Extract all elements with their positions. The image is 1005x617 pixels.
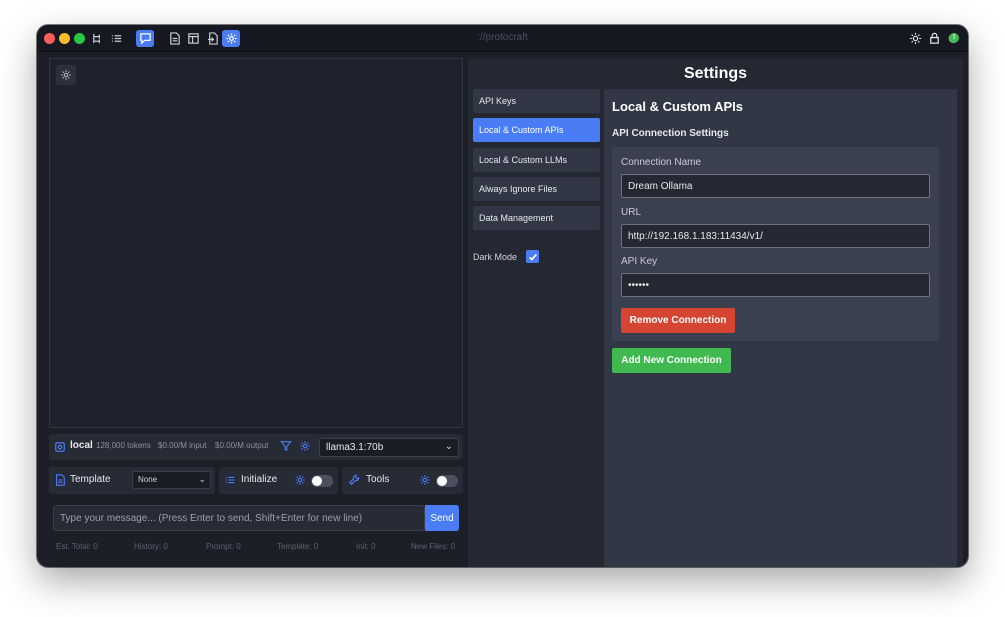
settings-content: Local & Custom APIs API Connection Setti…: [604, 89, 957, 567]
list-icon: [224, 474, 236, 486]
nav-local-custom-apis[interactable]: Local & Custom APIs: [473, 118, 600, 142]
tools-settings-icon[interactable]: [419, 474, 431, 486]
toggle-knob: [312, 476, 322, 486]
template-select-value: None: [138, 475, 158, 484]
send-button[interactable]: Send: [425, 505, 459, 531]
section-title: Local & Custom APIs: [612, 99, 743, 114]
settings-title: Settings: [683, 65, 748, 82]
power-icon[interactable]: !: [944, 30, 962, 47]
title-bar: ://protocraft !: [37, 25, 968, 52]
lock-icon[interactable]: [925, 30, 943, 47]
connection-name-field[interactable]: Dream Ollama: [621, 174, 930, 198]
stat-init: Init: 0: [356, 542, 376, 551]
model-settings-icon[interactable]: [299, 440, 311, 452]
url-field[interactable]: http://192.168.1.183:11434/v1/: [621, 224, 930, 248]
chevron-down-icon: ⌄: [444, 441, 453, 452]
stat-est-total: Est. Total: 0: [56, 542, 98, 551]
tools-box: Tools: [342, 467, 463, 494]
provider-gear-icon[interactable]: [54, 441, 66, 453]
nav-always-ignore-files[interactable]: Always Ignore Files: [473, 177, 600, 201]
gear-icon: [61, 70, 71, 80]
api-key-field[interactable]: ••••••: [621, 273, 930, 297]
nav-data-management[interactable]: Data Management: [473, 206, 600, 230]
toggle-knob: [437, 476, 447, 486]
stat-new-files: New Files: 0: [411, 542, 456, 551]
notification-badge: !: [949, 33, 959, 43]
model-select[interactable]: llama3.1:70b ⌄: [319, 438, 459, 457]
initialize-label: Initialize: [241, 474, 278, 485]
output-price: $0.00/M output: [215, 441, 269, 450]
remove-connection-button[interactable]: Remove Connection: [621, 308, 735, 333]
settings-panel: Settings API Keys Local & Custom APIs Lo…: [468, 58, 963, 567]
context-tokens: 128,000 tokens: [96, 441, 151, 450]
nav-api-keys[interactable]: API Keys: [473, 89, 600, 113]
template-select[interactable]: None ⌄: [132, 471, 211, 489]
initialize-box: Initialize: [219, 467, 338, 494]
chat-settings-button[interactable]: [56, 65, 76, 85]
model-bar: local 128,000 tokens $0.00/M input $0.00…: [49, 434, 463, 460]
add-connection-button[interactable]: Add New Connection: [612, 348, 731, 373]
connection-name-label: Connection Name: [621, 157, 702, 168]
url-label: URL: [621, 207, 642, 218]
initialize-toggle[interactable]: [311, 475, 333, 487]
template-label: Template: [70, 474, 111, 485]
chevron-down-icon: ⌄: [198, 474, 206, 484]
stat-prompt: Prompt: 0: [206, 542, 241, 551]
window-title: ://protocraft: [477, 32, 528, 43]
tools-toggle[interactable]: [436, 475, 458, 487]
subsection-title: API Connection Settings: [612, 128, 729, 139]
sun-icon[interactable]: [906, 30, 924, 47]
filter-icon[interactable]: [280, 440, 292, 452]
template-document-icon: [54, 474, 66, 486]
tools-label: Tools: [366, 474, 390, 485]
wrench-icon: [348, 474, 360, 486]
provider-name: local: [70, 440, 93, 451]
connection-card: Connection Name Dream Ollama URL http://…: [612, 147, 939, 341]
message-input[interactable]: Type your message... (Press Enter to sen…: [53, 505, 425, 531]
dark-mode-checkbox[interactable]: [526, 250, 539, 263]
input-price: $0.00/M input: [158, 441, 207, 450]
stat-template: Template: 0: [277, 542, 319, 551]
initialize-settings-icon[interactable]: [294, 474, 306, 486]
api-key-label: API Key: [621, 256, 658, 267]
model-select-value: llama3.1:70b: [326, 442, 384, 453]
stat-history: History: 0: [134, 542, 168, 551]
dark-mode-label: Dark Mode: [473, 252, 518, 262]
template-box: Template None ⌄: [49, 467, 215, 494]
nav-local-custom-llms[interactable]: Local & Custom LLMs: [473, 148, 600, 172]
chat-history-area[interactable]: [49, 58, 463, 428]
app-window: ://protocraft ! local 128,000 tokens $0.…: [37, 25, 968, 567]
checkmark-icon: [528, 253, 537, 261]
